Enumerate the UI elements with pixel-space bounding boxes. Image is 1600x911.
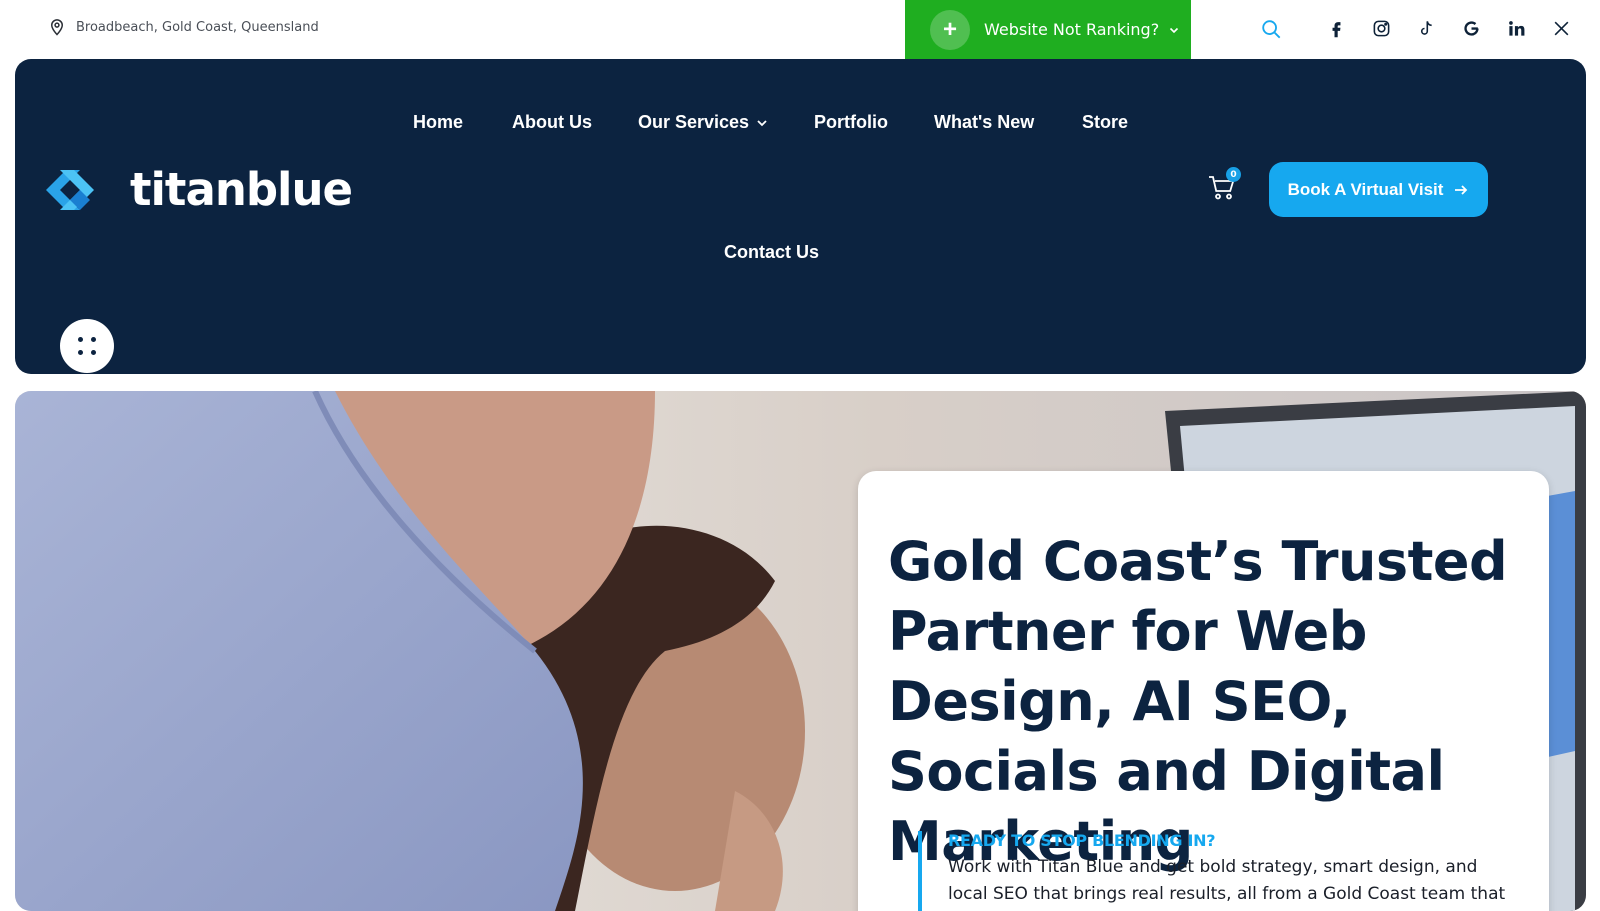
search-icon[interactable]	[1260, 18, 1282, 40]
social-links	[1326, 17, 1572, 39]
menu-dots-button[interactable]	[60, 319, 114, 373]
nav-our-services-label: Our Services	[638, 112, 750, 132]
nav-whats-new[interactable]: What's New	[934, 112, 1034, 133]
book-virtual-visit-label: Book A Virtual Visit	[1287, 179, 1444, 199]
hero-kicker: READY TO STOP BLENDING IN?	[948, 831, 1216, 850]
instagram-icon[interactable]	[1371, 17, 1392, 39]
google-icon[interactable]	[1461, 17, 1482, 39]
location-text: Broadbeach, Gold Coast, Queensland	[76, 19, 319, 35]
dot	[91, 337, 96, 342]
nav-our-services[interactable]: Our Services	[638, 112, 767, 133]
hero-body: Work with Titan Blue and get bold strate…	[948, 857, 1506, 904]
dot	[78, 337, 83, 342]
site-header: titanblue Home About Us Our Services Por…	[15, 59, 1586, 374]
tiktok-icon[interactable]	[1416, 17, 1437, 39]
nav-home[interactable]: Home	[413, 112, 463, 133]
map-pin-icon	[50, 19, 64, 36]
nav-contact-us[interactable]: Contact Us	[724, 242, 819, 263]
chevron-down-icon	[757, 120, 767, 127]
dot	[91, 350, 96, 355]
promo-label: Website Not Ranking?	[984, 20, 1160, 39]
location: Broadbeach, Gold Coast, Queensland	[48, 18, 319, 36]
linkedin-icon[interactable]	[1506, 17, 1527, 39]
hero-section: Gold Coast’s Trusted Partner for Web Des…	[15, 391, 1586, 911]
facebook-icon[interactable]	[1326, 17, 1347, 39]
hero-quote: READY TO STOP BLENDING IN? Work with Tit…	[918, 831, 1518, 911]
hero-heading: Gold Coast’s Trusted Partner for Web Des…	[888, 530, 1508, 873]
x-icon[interactable]	[1551, 17, 1572, 39]
website-not-ranking-button[interactable]: + Website Not Ranking?	[905, 0, 1191, 59]
nav-about-us[interactable]: About Us	[512, 112, 592, 133]
cart-button[interactable]: 0	[1207, 167, 1241, 202]
nav-portfolio[interactable]: Portfolio	[814, 112, 888, 133]
top-bar: Broadbeach, Gold Coast, Queensland + Web…	[0, 0, 1600, 59]
chevron-down-icon	[1170, 27, 1179, 33]
hero-card: Gold Coast’s Trusted Partner for Web Des…	[858, 471, 1549, 911]
cart-count-badge: 0	[1226, 167, 1241, 182]
nav-store[interactable]: Store	[1082, 112, 1128, 133]
plus-icon: +	[930, 9, 970, 50]
arrow-right-icon	[1455, 184, 1468, 195]
dot	[78, 350, 83, 355]
book-virtual-visit-button[interactable]: Book A Virtual Visit	[1269, 162, 1488, 217]
